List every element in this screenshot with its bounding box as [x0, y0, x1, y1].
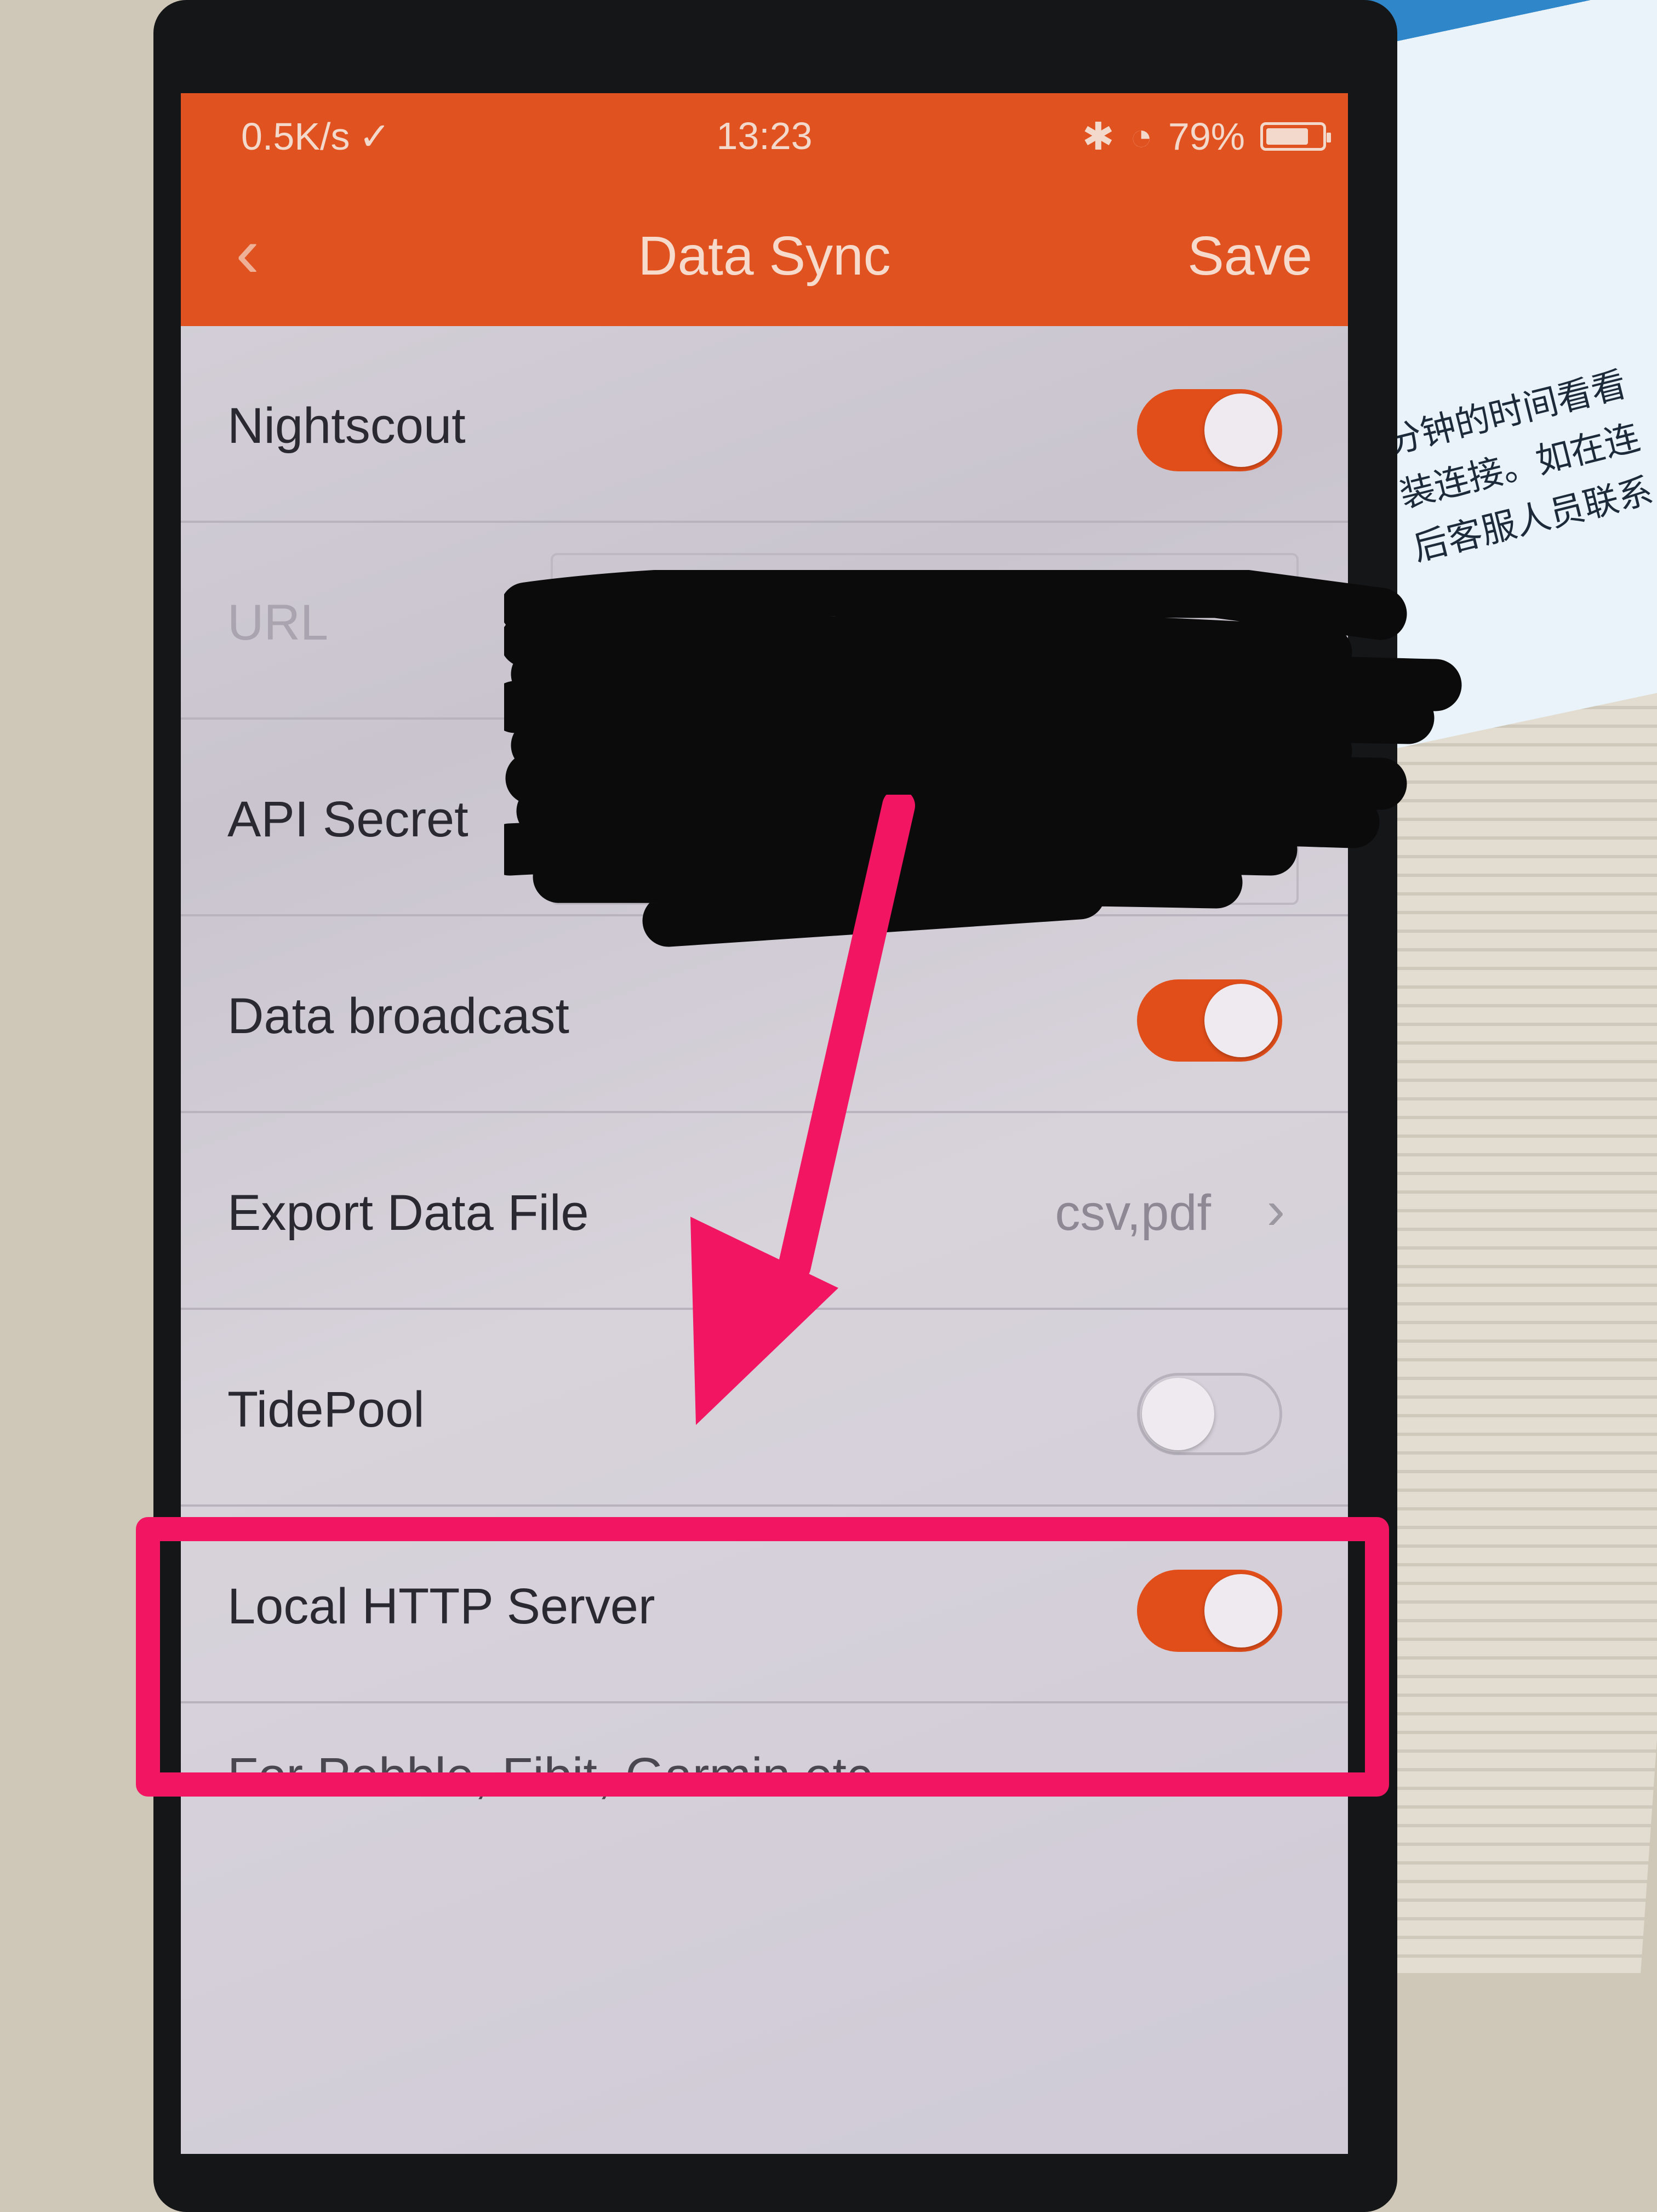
annotation-highlight-box — [136, 1517, 1389, 1797]
data-broadcast-toggle[interactable] — [1137, 979, 1282, 1062]
tidepool-toggle[interactable] — [1137, 1373, 1282, 1455]
api-secret-label: API Secret — [227, 791, 468, 847]
annotation-arrow — [690, 795, 915, 1425]
page-title: Data Sync — [638, 225, 891, 287]
status-bar: 0.5K/s ✓ 13:23 ✱ ◔ 79% — [181, 93, 1348, 178]
navigation-bar: ‹ Data Sync Save — [181, 178, 1348, 326]
bluetooth-icon: ✱ — [1082, 115, 1115, 158]
wifi-icon: ◔ — [1129, 115, 1153, 158]
export-format-value: csv,pdf — [1055, 1185, 1211, 1241]
export-data-file-label: Export Data File — [227, 1185, 589, 1241]
row-nightscout: Nightscout — [181, 326, 1348, 523]
chevron-right-icon: › — [1266, 1179, 1285, 1241]
tidepool-label: TidePool — [227, 1382, 425, 1438]
battery-fill — [1266, 128, 1308, 145]
save-button[interactable]: Save — [1187, 225, 1312, 288]
url-label: URL — [227, 595, 329, 651]
data-broadcast-label: Data broadcast — [227, 988, 569, 1044]
toggle-knob — [1142, 1378, 1214, 1450]
toggle-knob — [1204, 394, 1278, 467]
nightscout-label: Nightscout — [227, 398, 466, 454]
nightscout-toggle[interactable] — [1137, 389, 1282, 471]
redaction-scribble — [504, 570, 1462, 947]
toggle-knob — [1204, 984, 1278, 1057]
battery-icon — [1260, 122, 1331, 151]
battery-percent: 79% — [1168, 115, 1245, 158]
